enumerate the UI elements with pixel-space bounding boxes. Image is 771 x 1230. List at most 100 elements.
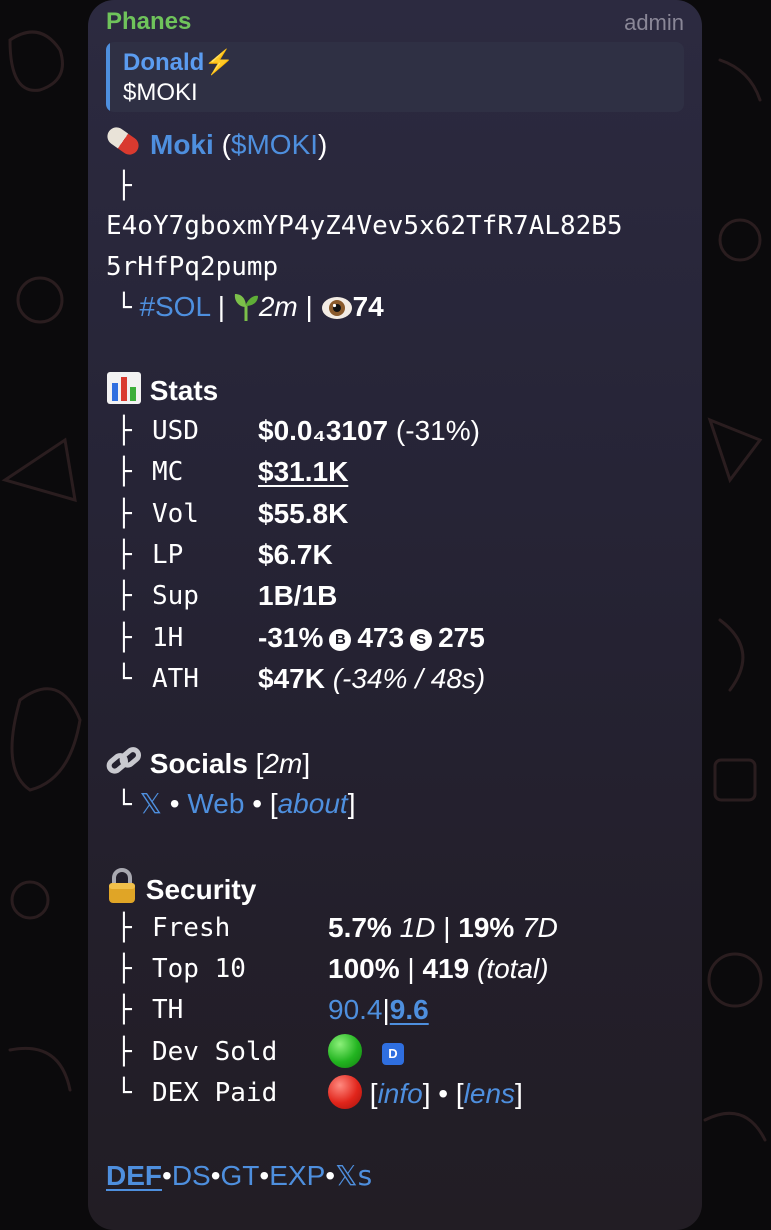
stats-heading: Stats	[106, 371, 218, 407]
security-key: Dev Sold	[152, 1037, 278, 1067]
security-key: Top 10	[152, 954, 246, 984]
stats-row-lp: ├ LP $6.7K	[116, 537, 676, 573]
paren-open: (	[221, 129, 231, 160]
ds-link[interactable]: DS	[172, 1160, 211, 1191]
security-tree: └	[116, 1078, 132, 1108]
socials-title: Socials	[149, 748, 248, 779]
market-cap-link[interactable]: $31.1K	[258, 456, 348, 487]
message-header: Phanes admin	[106, 6, 684, 38]
lens-close: ]	[515, 1078, 523, 1109]
stats-tree: └	[116, 664, 132, 694]
reply-accent-bar	[106, 42, 110, 112]
reply-author: Donald⚡	[123, 49, 235, 76]
tree-corner: └	[116, 293, 132, 323]
bar-chart-icon	[106, 371, 142, 414]
pill-icon	[103, 123, 143, 159]
top10-sep: |	[407, 953, 415, 984]
fresh-7d-label: 7D	[522, 912, 558, 943]
th-sep: |	[382, 994, 390, 1025]
stats-extra: (-34% / 48s)	[332, 663, 486, 694]
stats-tree: ├	[116, 623, 132, 653]
stats-value: -31%	[258, 622, 324, 653]
about-link[interactable]: about	[278, 788, 348, 819]
exp-link[interactable]: EXP	[269, 1160, 325, 1191]
token-age: 2m	[258, 291, 298, 322]
sells-icon: S	[410, 629, 433, 651]
security-row-dev-sold: ├ Dev Sold D	[116, 1034, 676, 1070]
about-open: [	[269, 788, 278, 819]
def-link[interactable]: DEF	[106, 1160, 162, 1191]
about-close: ]	[347, 788, 356, 819]
contract-address-line2[interactable]: 5rHfPq2pump	[106, 249, 278, 285]
sells-count: 275	[438, 622, 485, 653]
security-title: Security	[145, 874, 257, 905]
stats-tree: ├	[116, 540, 132, 570]
red-circle-icon	[328, 1075, 362, 1109]
holders-count: 419	[422, 953, 470, 984]
stats-tree: ├	[116, 457, 132, 487]
socials-age-close: ]	[302, 748, 311, 779]
stats-row-mc: ├ MC $31.1K	[116, 454, 676, 490]
stats-value: $6.7K	[258, 539, 333, 570]
buys-count: 473	[357, 622, 405, 653]
x-link[interactable]: 𝕏	[139, 787, 162, 820]
sender-name[interactable]: Phanes	[106, 8, 191, 36]
stats-row-usd: ├ USD $0.0₄3107 (-31%)	[116, 413, 676, 449]
chain-hashtag[interactable]: #SOL	[139, 291, 210, 322]
stats-row-1h: ├ 1H -31% B 473 S 275	[116, 620, 676, 656]
dev-badge-link[interactable]: D	[382, 1043, 404, 1065]
gt-link[interactable]: GT	[221, 1160, 260, 1191]
stats-key: 1H	[152, 623, 184, 653]
eye-icon	[321, 294, 353, 330]
lens-link[interactable]: lens	[464, 1078, 515, 1109]
stats-tree: ├	[116, 416, 132, 446]
token-title: Moki ($MOKI)	[103, 123, 328, 163]
token-name-link[interactable]: Moki	[150, 129, 214, 160]
dot-sep: •	[259, 1160, 270, 1191]
web-link[interactable]: Web	[187, 788, 244, 819]
th-value-2-link[interactable]: 9.6	[390, 994, 429, 1025]
info-link[interactable]: info	[378, 1078, 423, 1109]
stats-key: Vol	[152, 499, 199, 529]
stats-value: $0.0₄3107	[258, 415, 389, 446]
sender-role: admin	[624, 10, 684, 35]
security-key: Fresh	[152, 913, 231, 943]
stats-key: LP	[152, 540, 184, 570]
fresh-1d-label: 1D	[399, 912, 436, 943]
stats-tree: ├	[116, 499, 132, 529]
x-search-link[interactable]: 𝕏s	[335, 1159, 372, 1192]
stats-row-sup: ├ Sup 1B/1B	[116, 578, 676, 614]
fresh-1d-value: 5.7%	[328, 912, 392, 943]
meta-sep-1: |	[217, 291, 226, 322]
contract-address-line1[interactable]: E4oY7gboxmYP4yZ4Vev5x62TfR7AL82B5	[106, 208, 623, 244]
token-ticker-link[interactable]: $MOKI	[231, 129, 318, 160]
stats-title: Stats	[149, 375, 219, 406]
socials-age: 2m	[263, 748, 303, 779]
meta-sep-2: |	[305, 291, 313, 322]
security-tree: ├	[116, 995, 132, 1025]
security-tree: ├	[116, 913, 132, 943]
info-close: ]	[422, 1078, 431, 1109]
lock-icon	[106, 868, 138, 913]
fresh-7d-value: 19%	[458, 912, 515, 943]
security-row-dex-paid: └ DEX Paid [info] • [lens]	[116, 1075, 676, 1111]
reply-preview[interactable]: Donald⚡ $MOKI	[106, 42, 684, 112]
security-row-fresh: ├ Fresh 5.7% 1D | 19% 7D	[116, 910, 676, 946]
tree-corner: └	[116, 790, 132, 820]
footer-links: DEF•DS•GT•EXP•𝕏s	[106, 1158, 372, 1194]
paren-close: )	[318, 129, 328, 160]
top10-value: 100%	[328, 953, 400, 984]
link-icon	[106, 744, 142, 787]
security-row-top10: ├ Top 10 100% | 419 (total)	[116, 951, 676, 987]
fresh-sep: |	[443, 912, 451, 943]
buys-icon: B	[329, 629, 352, 651]
stats-key: USD	[152, 416, 199, 446]
dot-sep: •	[252, 788, 263, 819]
stats-value: 1B/1B	[258, 580, 338, 611]
th-value-1-link[interactable]: 90.4	[328, 994, 383, 1025]
stats-row-vol: ├ Vol $55.8K	[116, 496, 676, 532]
security-key: DEX Paid	[152, 1078, 278, 1108]
security-row-th: ├ TH 90.4|9.6	[116, 992, 676, 1028]
dot-sep: •	[169, 788, 180, 819]
reply-text: $MOKI	[123, 79, 198, 106]
